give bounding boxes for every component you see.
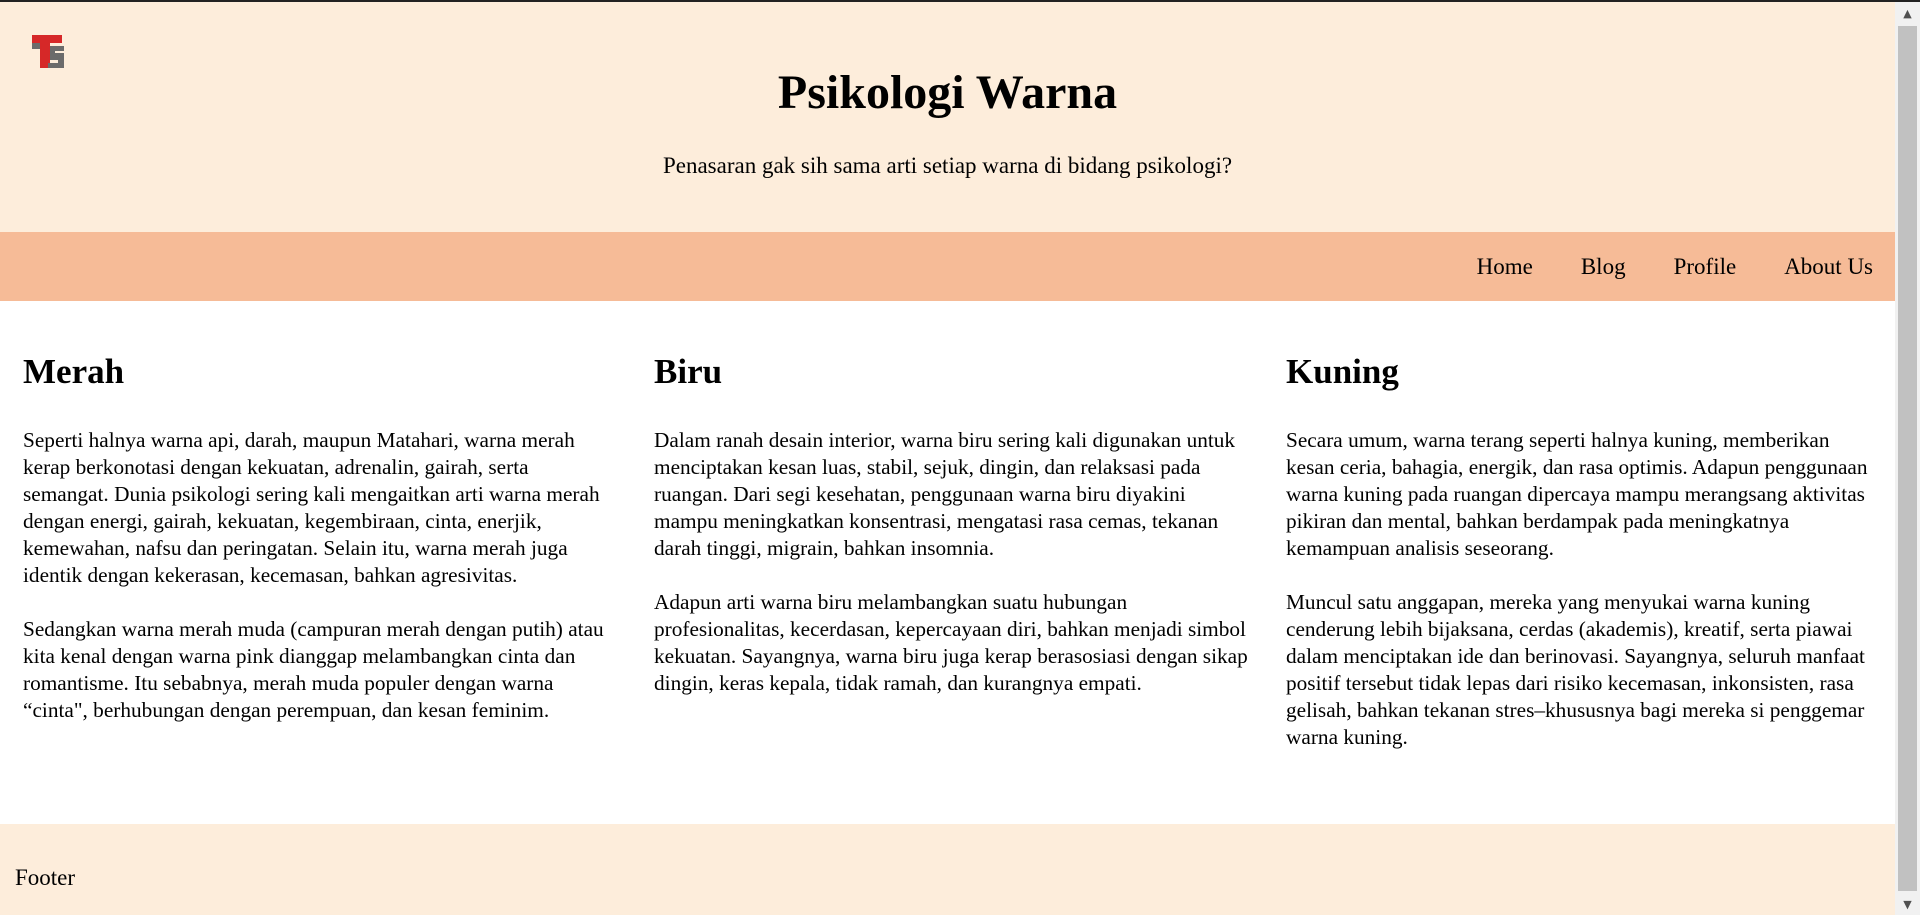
section-paragraph: Sedangkan warna merah muda (campuran mer…	[23, 617, 604, 722]
browser-viewport: Psikologi Warna Penasaran gak sih sama a…	[0, 0, 1920, 915]
section-heading: Biru	[654, 352, 723, 391]
nav-link-home[interactable]: Home	[1477, 253, 1533, 281]
section-paragraph: Dalam ranah desain interior, warna biru …	[654, 428, 1236, 560]
scroll-down-arrow-icon[interactable]: ▼	[1895, 893, 1920, 915]
main-navigation: Home Blog Profile About Us	[0, 232, 1895, 301]
page-subtitle: Penasaran gak sih sama arti setiap warna…	[662, 153, 1233, 178]
section-biru: Biru Dalam ranah desain interior, warna …	[654, 351, 1249, 724]
nav-link-blog[interactable]: Blog	[1581, 253, 1626, 281]
scroll-up-arrow-icon[interactable]: ▲	[1895, 2, 1920, 24]
site-footer: Footer	[0, 824, 1895, 915]
section-heading: Merah	[23, 352, 125, 391]
site-header: Psikologi Warna Penasaran gak sih sama a…	[0, 2, 1895, 232]
page: Psikologi Warna Penasaran gak sih sama a…	[0, 2, 1895, 915]
section-kuning: Kuning Secara umum, warna terang seperti…	[1286, 351, 1881, 778]
section-paragraph: Seperti halnya warna api, darah, maupun …	[23, 428, 600, 587]
section-heading: Kuning	[1286, 352, 1399, 391]
section-merah: Merah Seperti halnya warna api, darah, m…	[23, 351, 618, 751]
main-content: Merah Seperti halnya warna api, darah, m…	[0, 301, 1895, 824]
footer-text: Footer	[15, 865, 76, 890]
page-title: Psikologi Warna	[777, 66, 1118, 119]
nav-link-about-us[interactable]: About Us	[1784, 253, 1873, 281]
section-paragraph: Secara umum, warna terang seperti halnya…	[1286, 428, 1868, 560]
section-paragraph: Muncul satu anggapan, mereka yang menyuk…	[1286, 590, 1865, 749]
vertical-scrollbar[interactable]: ▲ ▼	[1895, 2, 1920, 915]
nav-link-profile[interactable]: Profile	[1674, 253, 1737, 281]
scrollbar-thumb[interactable]	[1898, 26, 1917, 891]
section-paragraph: Adapun arti warna biru melambangkan suat…	[654, 590, 1248, 695]
nav-list: Home Blog Profile About Us	[1429, 232, 1873, 301]
